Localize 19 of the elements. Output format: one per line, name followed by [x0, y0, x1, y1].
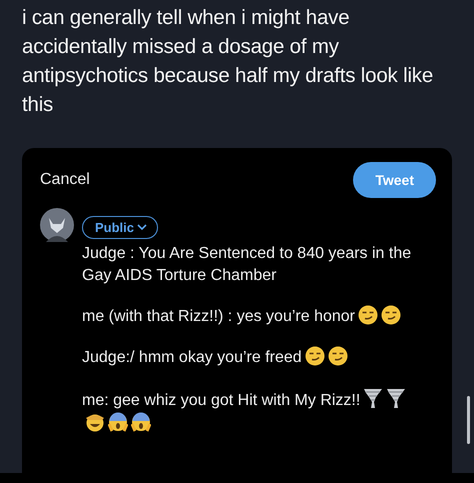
caption-text: i can generally tell when i might have accidentally missed a dosage of my antipsychotics because half my drafts look like this	[21, 5, 434, 118]
draft-text: me: gee whiz you got Hit with My Rizz!!	[82, 392, 360, 409]
draft-text: me (with that Rizz!!) : yes you’re honor	[82, 308, 355, 325]
screaming-face-icon	[131, 412, 151, 432]
tornado-icon	[363, 387, 384, 409]
smirking-face-icon	[328, 346, 348, 366]
cancel-button[interactable]: Cancel	[40, 171, 90, 189]
chevron-down-icon	[137, 224, 148, 231]
grinning-face-with-hat-icon	[85, 412, 105, 432]
scrollbar	[467, 396, 470, 444]
screaming-face-icon	[108, 412, 128, 432]
smirking-face-icon	[358, 305, 378, 325]
audience-dropdown[interactable]: Public	[82, 216, 158, 239]
smirking-face-icon	[380, 305, 401, 325]
tornado-icon	[386, 387, 406, 409]
smirking-face-icon	[304, 346, 325, 366]
draft-text: Judge : You Are Sentenced to 840 years in the Gay AIDS Torture Chamber	[82, 245, 412, 284]
draft-text: Judge:/ hmm okay you’re freed	[82, 349, 302, 366]
avatar	[40, 208, 74, 242]
